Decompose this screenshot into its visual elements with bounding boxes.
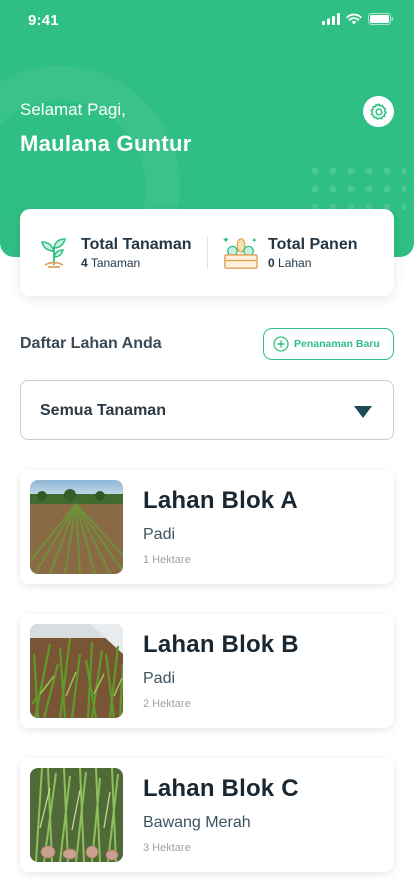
land-photo-b [30,624,123,718]
total-harvest-value: 0 Lahan [268,255,358,271]
land-name: Lahan Blok C [143,775,299,802]
land-size: 2 Hektare [143,698,191,710]
land-list-title: Daftar Lahan Anda [20,335,162,352]
land-card-b[interactable]: Lahan Blok B Padi 2 Hektare [20,614,394,728]
land-size: 1 Hektare [143,554,191,566]
summary-divider [207,236,208,269]
settings-button[interactable] [363,96,394,127]
signal-icon [322,13,340,25]
user-name: Maulana Guntur [20,131,192,156]
land-photo-a [30,480,123,574]
summary-card: Total Tanaman 4 Tanaman Total Panen 0 La… [20,209,394,296]
sprout-icon [36,233,72,273]
total-harvest-count: 0 [268,255,275,270]
total-harvest-title: Total Panen [268,235,358,253]
land-name: Lahan Blok B [143,631,299,658]
total-plants-unit: Tanaman [90,255,141,270]
new-planting-label: Penanaman Baru [294,338,380,350]
battery-icon [368,13,394,25]
land-crop: Padi [143,526,176,543]
land-crop: Bawang Merah [143,814,251,831]
crop-filter-select[interactable]: Semua Tanaman [20,380,394,440]
wifi-icon [346,13,362,25]
status-icons [322,13,394,25]
greeting-text: Selamat Pagi, [20,100,126,119]
land-crop: Padi [143,670,176,687]
land-photo-c [30,768,123,862]
total-plants-summary: Total Tanaman 4 Tanaman [36,209,192,296]
status-bar: 9:41 [0,0,414,40]
total-harvest-unit: Lahan [278,255,312,270]
crop-filter-value: Semua Tanaman [40,402,166,419]
caret-down-icon [354,406,372,418]
land-size: 3 Hektare [143,842,191,854]
plus-circle-icon [273,336,289,352]
land-card-a[interactable]: Lahan Blok A Padi 1 Hektare [20,470,394,584]
total-plants-count: 4 [81,255,88,270]
land-name: Lahan Blok A [143,487,298,514]
settings-gear-icon [370,102,387,120]
total-plants-value: 4 Tanaman [81,255,192,271]
new-planting-button[interactable]: Penanaman Baru [263,328,394,360]
status-time: 9:41 [28,12,59,29]
total-plants-title: Total Tanaman [81,235,192,253]
land-card-c[interactable]: Lahan Blok C Bawang Merah 3 Hektare [20,758,394,872]
total-harvest-summary: Total Panen 0 Lahan [223,209,358,296]
harvest-box-icon [223,233,259,273]
